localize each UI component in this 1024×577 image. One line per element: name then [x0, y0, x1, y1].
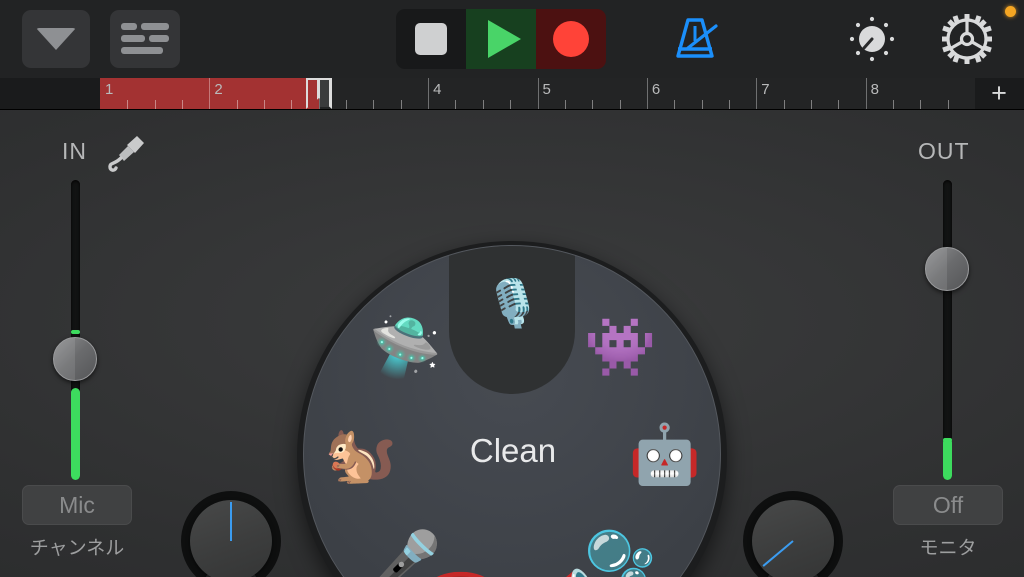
playhead-inner-right — [319, 80, 329, 107]
ruler-beat-tick — [564, 100, 566, 109]
ruler-bar-mark — [537, 78, 539, 109]
output-level-meter — [943, 438, 952, 480]
ruler-beat-tick — [947, 100, 949, 109]
squeeze-knob[interactable] — [743, 491, 843, 577]
chevron-down-icon — [36, 28, 76, 50]
input-channel-caption: チャンネル — [29, 538, 125, 559]
metronome-button[interactable] — [664, 12, 726, 66]
ruler-bar-number: 4 — [433, 81, 442, 98]
playhead[interactable] — [305, 78, 332, 109]
track-view-button[interactable] — [110, 10, 180, 68]
garageband-audio-recorder: 12345678 + IN Mic チャンネル Tone — [0, 0, 1024, 577]
output-level-tick — [943, 438, 952, 442]
ruler-beat-tick — [182, 100, 184, 109]
preset-clean-studio-mic[interactable]: 🎙️ — [475, 265, 551, 341]
ruler-bar-number: 6 — [651, 81, 661, 98]
ruler-beat-tick — [127, 100, 129, 109]
preset-robot-voice[interactable]: 🤖 — [627, 417, 703, 493]
ruler-beat-tick — [373, 100, 375, 109]
output-fader-knob[interactable] — [925, 247, 969, 291]
timeline-ruler[interactable]: 12345678 + — [0, 78, 1024, 110]
ruler-beat-tick — [920, 100, 922, 109]
ruler-bar-number: 5 — [542, 81, 551, 98]
ruler-beat-tick — [154, 100, 156, 109]
stop-icon — [415, 23, 447, 55]
ruler-beat-tick — [838, 100, 840, 109]
gear-icon — [942, 14, 992, 64]
audio-jack-icon — [108, 136, 144, 172]
record-button[interactable] — [536, 9, 606, 69]
tone-knob[interactable] — [181, 491, 281, 577]
output-monitor-caption: モニタ — [919, 538, 977, 559]
ruler-beat-tick — [482, 100, 484, 109]
play-icon — [487, 20, 521, 58]
metronome-icon — [676, 18, 718, 58]
preset-alien-ufo-voice[interactable]: 🛸 — [368, 310, 444, 386]
playhead-inner-left — [307, 80, 317, 107]
preset-monster-voice[interactable]: 👾 — [582, 310, 658, 386]
input-level-tick — [71, 330, 80, 334]
output-label: OUT — [918, 138, 970, 164]
input-label: IN — [62, 138, 87, 164]
ruler-beat-tick — [510, 100, 512, 109]
ruler-track[interactable]: 12345678 — [100, 78, 975, 109]
ruler-bar-number: 1 — [105, 81, 114, 98]
tone-knob-pointer — [230, 502, 232, 541]
play-button[interactable] — [466, 9, 536, 69]
ruler-bar-mark — [428, 78, 430, 109]
input-level-meter — [71, 388, 80, 480]
navigation-browser-button[interactable] — [22, 10, 90, 68]
ruler-beat-tick — [400, 100, 402, 109]
input-channel-button[interactable]: Mic — [22, 485, 132, 525]
ruler-bar-mark — [756, 78, 758, 109]
ruler-beat-tick — [346, 100, 348, 109]
ruler-beat-tick — [619, 100, 621, 109]
status-led-indicator — [1005, 6, 1016, 17]
preset-chipmunk-voice[interactable]: 🐿️ — [323, 417, 399, 493]
ruler-bar-number: 7 — [761, 81, 770, 98]
ruler-bar-mark — [646, 78, 648, 109]
preset-wheel[interactable]: Clean 🎙️👾🤖🫧📣☎️🎤🐿️🛸 — [303, 245, 721, 577]
ruler-beat-tick — [892, 100, 894, 109]
output-fader-track[interactable] — [943, 180, 952, 480]
ruler-beat-tick — [455, 100, 457, 109]
fx-knob-icon — [849, 16, 895, 62]
preset-megaphone-voice[interactable]: 📣 — [527, 560, 603, 577]
stop-button[interactable] — [396, 9, 466, 69]
tracks-icon — [121, 22, 169, 56]
top-toolbar — [0, 0, 1024, 78]
output-monitor-button[interactable]: Off — [893, 485, 1003, 525]
input-fader-knob[interactable] — [53, 337, 97, 381]
ruler-beat-tick — [810, 100, 812, 109]
ruler-beat-tick — [291, 100, 293, 109]
ruler-beat-tick — [264, 100, 266, 109]
ruler-beat-tick — [592, 100, 594, 109]
ruler-bar-number: 2 — [214, 81, 223, 98]
record-icon — [553, 21, 589, 57]
transport-controls — [396, 9, 606, 69]
ruler-beat-tick — [236, 100, 238, 109]
ruler-bar-number: 8 — [870, 81, 879, 98]
ruler-beat-tick — [783, 100, 785, 109]
ruler-beat-tick — [701, 100, 703, 109]
preset-dance-mic[interactable]: 🎤 — [368, 524, 444, 577]
add-track-button[interactable]: + — [982, 80, 1016, 108]
audio-recorder-panel: IN Mic チャンネル Tone Squeeze OU — [0, 110, 1024, 577]
fx-button[interactable] — [838, 10, 906, 68]
settings-button[interactable] — [934, 10, 1000, 68]
ruler-beat-tick — [674, 100, 676, 109]
ruler-bar-mark — [209, 78, 211, 109]
ruler-beat-tick — [728, 100, 730, 109]
ruler-bar-mark — [865, 78, 867, 109]
